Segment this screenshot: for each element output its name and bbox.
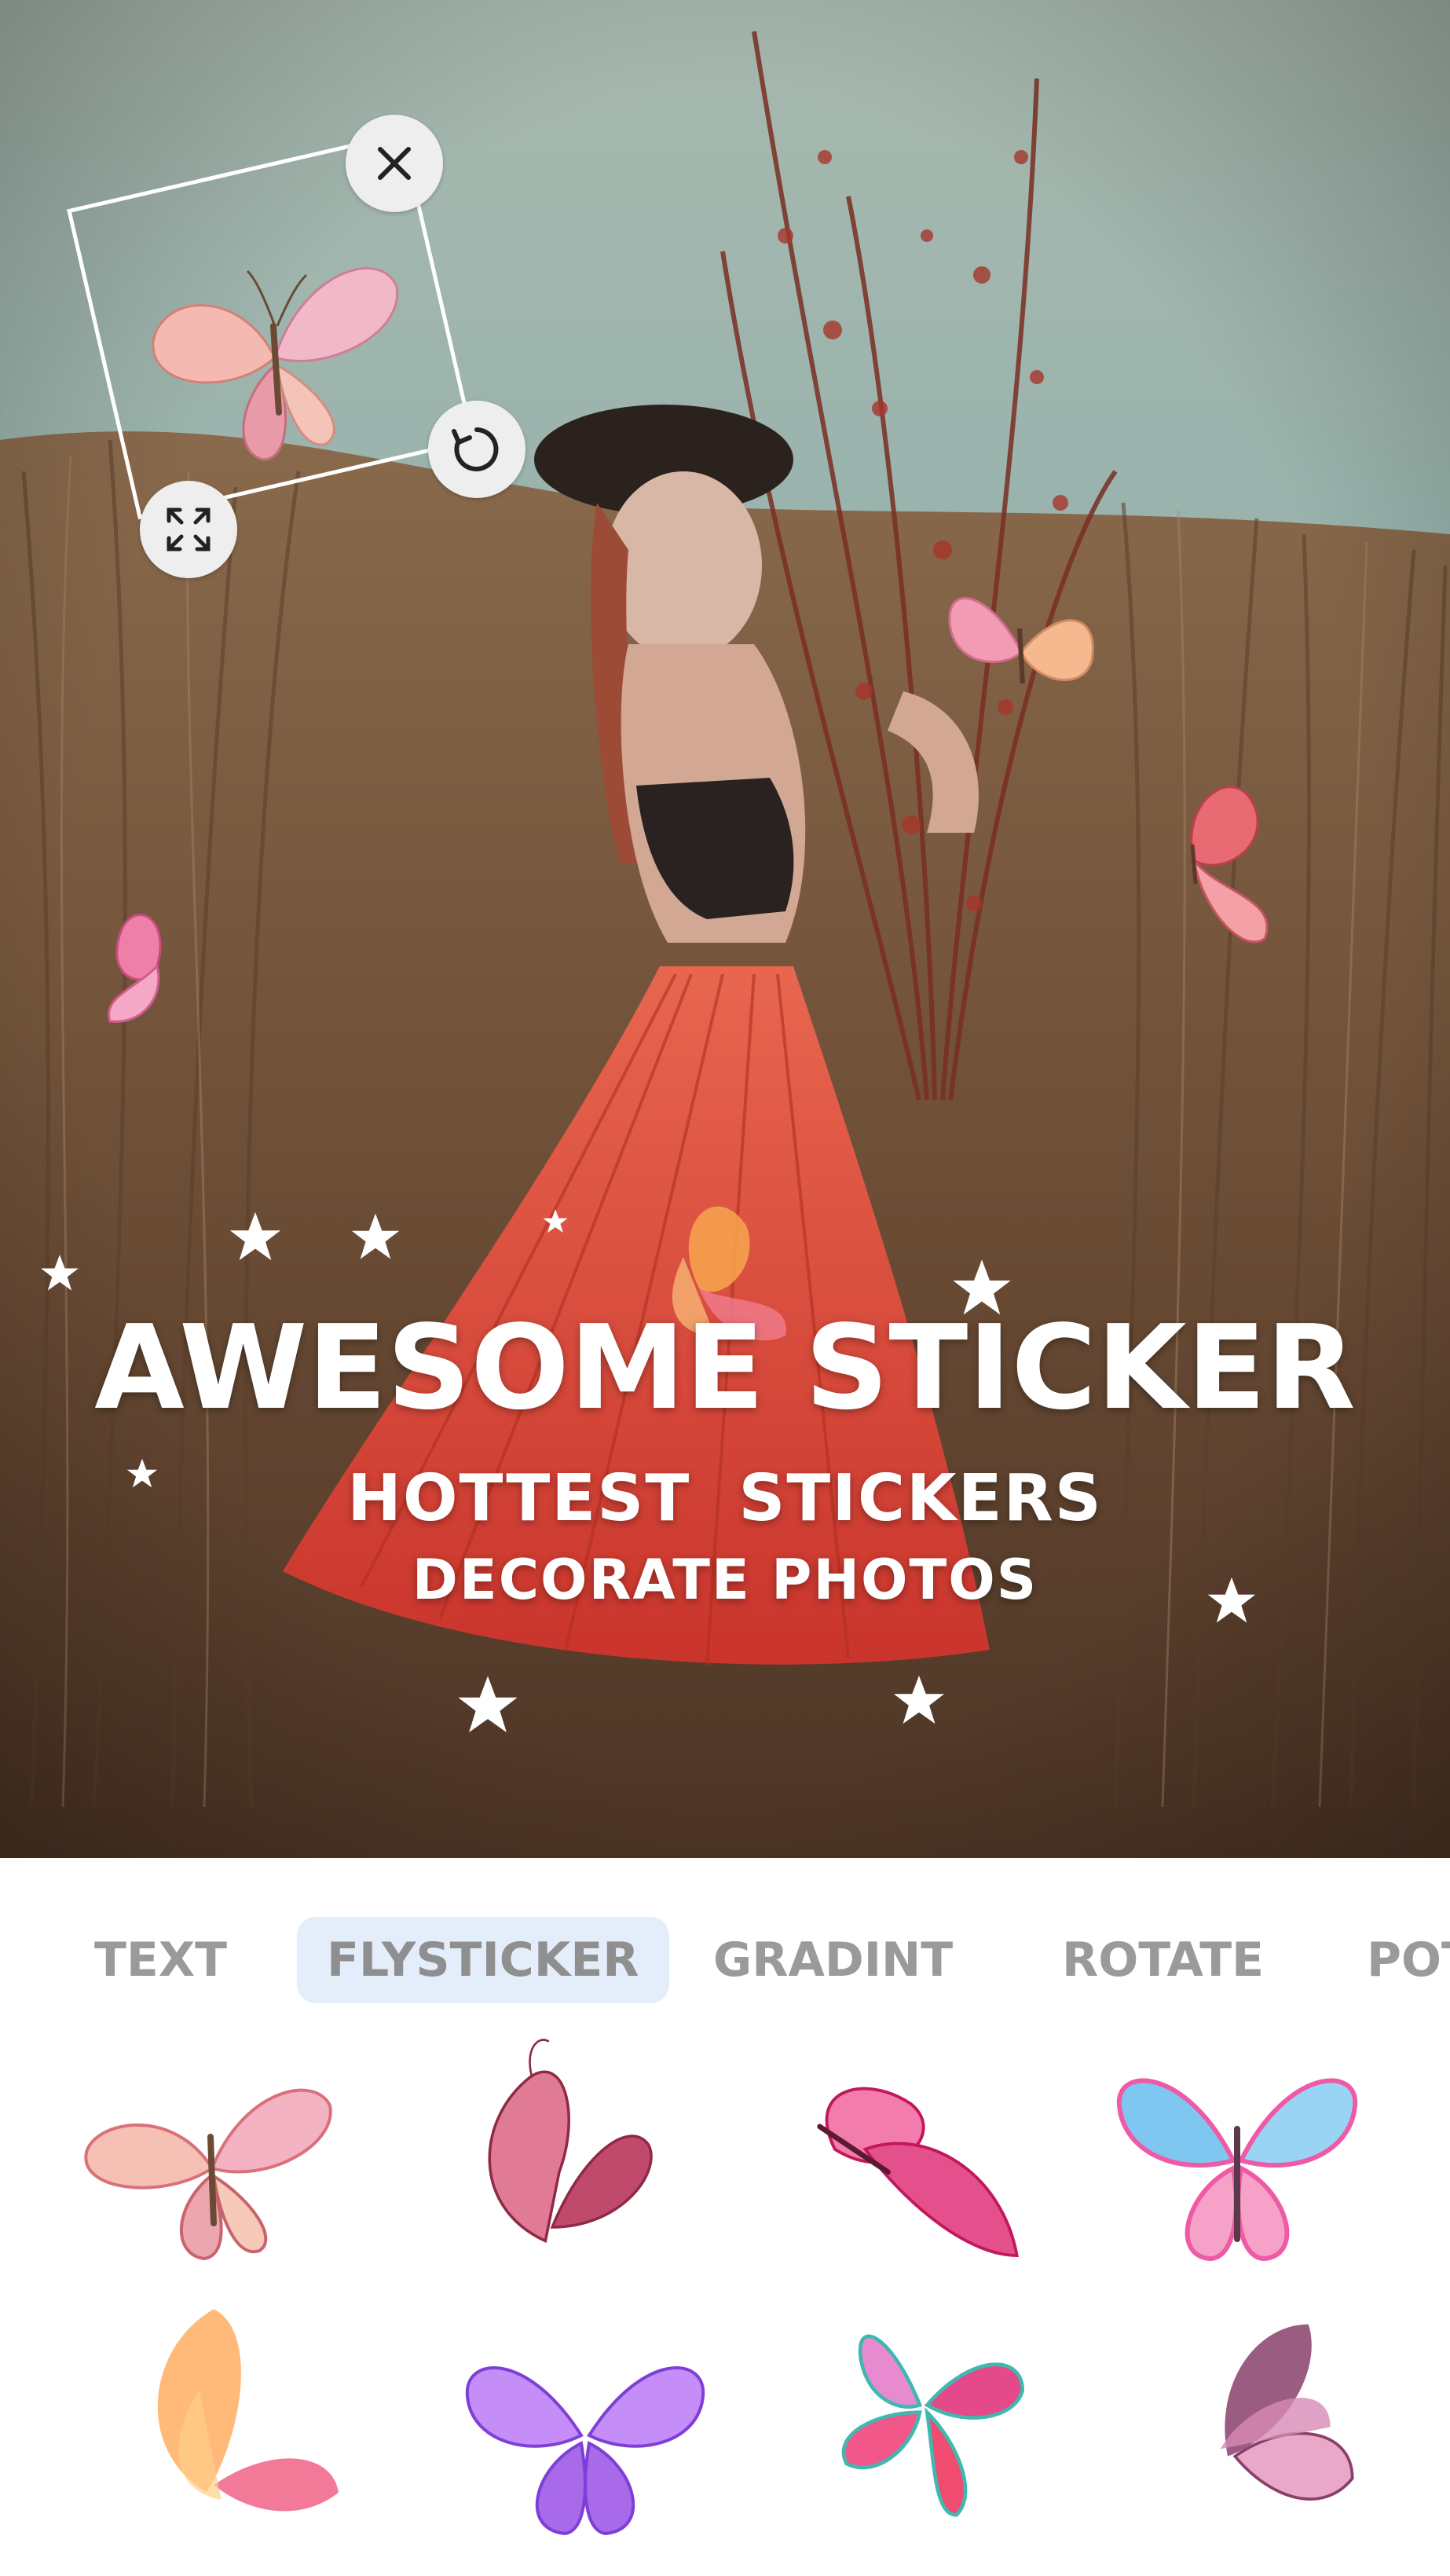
rotate-sticker-button[interactable] (428, 401, 525, 498)
close-icon (378, 147, 411, 180)
sticker-option-rose-butterfly-side[interactable] (440, 2035, 699, 2255)
sticker-option-magenta-butterfly-side[interactable] (770, 2058, 1029, 2278)
sticker-option-orange-butterfly-side[interactable] (110, 2302, 369, 2522)
tab-rotate[interactable]: ROTATE (1062, 1917, 1264, 2003)
butterfly-sticker[interactable] (943, 581, 1100, 715)
tab-flysticker[interactable]: FLYSTICKER (297, 1917, 669, 2003)
butterfly-sticker[interactable] (71, 888, 196, 1029)
star-icon (41, 1255, 79, 1291)
star-icon (229, 1211, 281, 1261)
butterfly-sticker[interactable] (1147, 766, 1288, 955)
star-icon (351, 1213, 400, 1259)
tab-pot[interactable]: POT (1367, 1917, 1450, 2003)
subheadline-text: HOTTEST STICKERS (347, 1461, 1103, 1536)
tagline-text: DECORATE PHOTOS (412, 1548, 1038, 1612)
sticker-option-teal-pink-butterfly[interactable] (801, 2310, 1060, 2530)
sticker-option-rainbow-butterfly[interactable] (1108, 2058, 1367, 2278)
sticker-option-mauve-butterfly-side[interactable] (1131, 2310, 1390, 2530)
tab-text[interactable]: TEXT (94, 1917, 227, 2003)
tab-gradint[interactable]: GRADINT (713, 1917, 953, 2003)
star-icon (458, 1676, 518, 1733)
rotate-icon (452, 427, 499, 471)
resize-icon (167, 508, 211, 551)
sticker-option-peach-butterfly[interactable] (79, 2058, 338, 2278)
delete-sticker-button[interactable] (346, 115, 443, 212)
tool-tabs: TEXT FLYSTICKER GRADINT ROTATE POT (0, 1917, 1450, 2003)
resize-sticker-button[interactable] (140, 481, 237, 578)
star-icon (893, 1675, 945, 1724)
star-icon (543, 1209, 568, 1233)
sticker-option-violet-butterfly[interactable] (456, 2333, 715, 2553)
headline-text: AWESOME STICKER (94, 1300, 1356, 1435)
photo-canvas[interactable]: AWESOME STICKER HOTTEST STICKERS DECORAT… (0, 0, 1450, 1858)
